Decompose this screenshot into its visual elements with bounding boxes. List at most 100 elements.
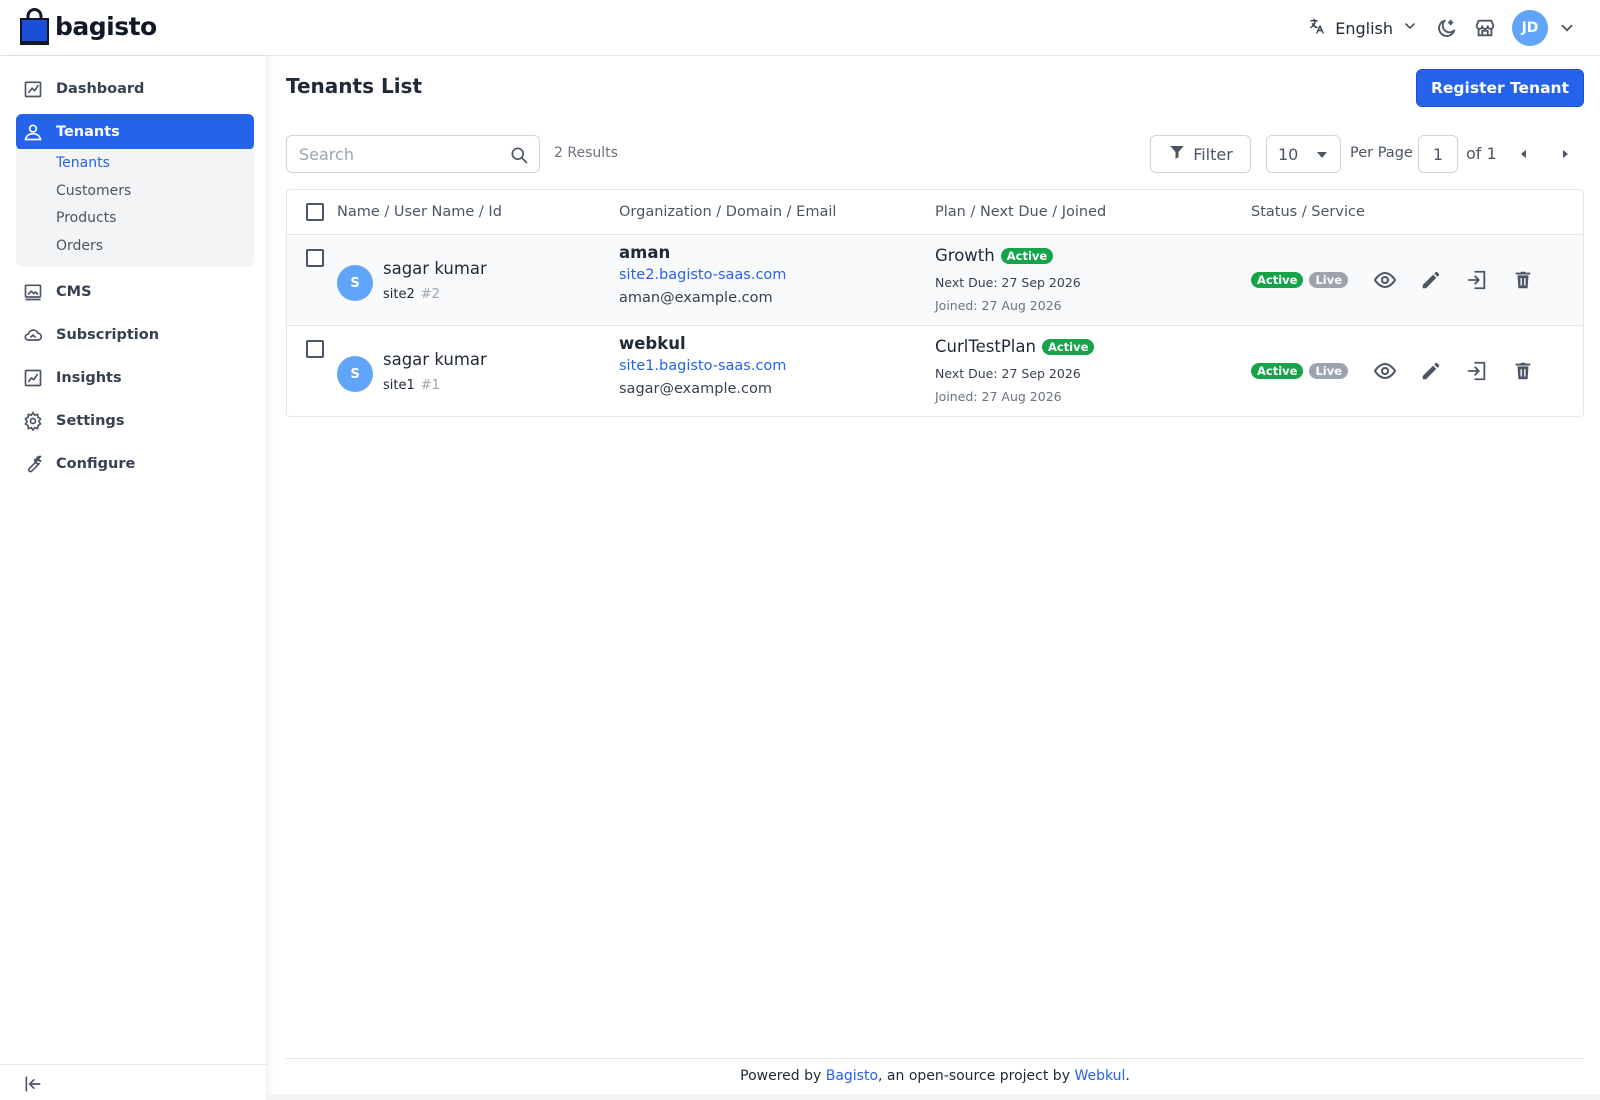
delete-icon[interactable] xyxy=(1511,359,1535,383)
filter-label: Filter xyxy=(1193,144,1233,164)
plan-name: CurlTestPlan xyxy=(935,337,1036,356)
submenu-item-products[interactable]: Products xyxy=(56,210,116,226)
sidebar-item-insights[interactable]: Insights xyxy=(16,360,254,396)
organization-name: webkul xyxy=(619,334,686,353)
login-as-tenant-icon[interactable] xyxy=(1465,359,1489,383)
sidebar-item-label: Settings xyxy=(56,413,125,429)
avatar: S xyxy=(337,356,373,392)
footer-bar xyxy=(267,1094,1600,1100)
tenants-submenu: Tenants Customers Products Orders xyxy=(16,149,254,267)
domain-link[interactable]: site1.bagisto-saas.com xyxy=(619,358,786,374)
sidebar-item-cms[interactable]: CMS xyxy=(16,274,254,310)
user-menu-chevron-icon[interactable] xyxy=(1558,19,1576,37)
cms-icon xyxy=(22,281,44,303)
filter-icon xyxy=(1168,143,1186,165)
sidebar-item-configure[interactable]: Configure xyxy=(16,446,254,482)
store-icon xyxy=(1475,19,1495,37)
footer-text: Powered by xyxy=(740,1068,826,1084)
plan-name: Growth xyxy=(935,246,995,265)
joined-date: Joined: 27 Aug 2026 xyxy=(935,298,1062,313)
next-page-icon[interactable] xyxy=(1557,146,1573,162)
service-badge: Live xyxy=(1309,363,1349,379)
dark-mode-toggle[interactable] xyxy=(1436,17,1458,39)
language-label: English xyxy=(1335,18,1393,38)
tenants-table: Name / User Name / Id Organization / Dom… xyxy=(286,189,1584,417)
footer-text: , an open-source project by xyxy=(878,1068,1075,1084)
webkul-link[interactable]: Webkul xyxy=(1074,1068,1125,1084)
sidebar-item-label: Tenants xyxy=(56,124,120,140)
brand-name: bagisto xyxy=(55,12,157,41)
plan-info: Growth Active xyxy=(935,246,1054,265)
translate-icon xyxy=(1308,17,1326,39)
sidebar: Dashboard Tenants Tenants Customers Prod… xyxy=(0,56,267,1100)
sidebar-item-subscription[interactable]: Subscription xyxy=(16,317,254,353)
tenant-username: site1 #1 xyxy=(383,378,440,393)
footer-divider xyxy=(286,1058,1584,1059)
column-header: Organization / Domain / Email xyxy=(619,204,837,220)
avatar: S xyxy=(337,265,373,301)
chevron-down-icon xyxy=(1402,18,1418,38)
select-all-checkbox[interactable] xyxy=(306,203,324,221)
column-header: Status / Service xyxy=(1251,204,1365,220)
tenant-email: aman@example.com xyxy=(619,290,773,306)
language-switcher[interactable]: English xyxy=(1308,17,1418,39)
delete-icon[interactable] xyxy=(1511,268,1535,292)
results-count: 2 Results xyxy=(554,145,618,161)
dashboard-icon xyxy=(22,78,44,100)
row-checkbox[interactable] xyxy=(306,340,324,358)
login-as-tenant-icon[interactable] xyxy=(1465,268,1489,292)
tenant-name: sagar kumar xyxy=(383,350,487,369)
table-row: S sagar kumar site2 #2 aman site2.bagisto… xyxy=(287,235,1583,326)
caret-down-icon xyxy=(1317,152,1327,158)
service-badge: Live xyxy=(1309,272,1349,288)
sidebar-collapse-bar xyxy=(0,1064,267,1100)
table-row: S sagar kumar site1 #1 webkul site1.bagis… xyxy=(287,326,1583,417)
view-icon[interactable] xyxy=(1373,268,1397,292)
status-badges: Active Live xyxy=(1251,272,1349,288)
plan-info: CurlTestPlan Active xyxy=(935,337,1095,356)
column-header: Plan / Next Due / Joined xyxy=(935,204,1107,220)
page-number-input[interactable] xyxy=(1418,135,1458,173)
total-pages: of 1 xyxy=(1466,144,1497,163)
shopping-bag-icon xyxy=(20,8,49,45)
page-title: Tenants List xyxy=(286,74,423,98)
domain-link[interactable]: site2.bagisto-saas.com xyxy=(619,267,786,283)
tenant-username: site2 #2 xyxy=(383,287,440,302)
sidebar-item-label: Configure xyxy=(56,456,136,472)
edit-icon[interactable] xyxy=(1419,359,1443,383)
collapse-sidebar-icon[interactable] xyxy=(23,1074,43,1094)
search-input[interactable] xyxy=(299,136,499,172)
status-badges: Active Live xyxy=(1251,363,1349,379)
tenant-email: sagar@example.com xyxy=(619,381,772,397)
search-icon[interactable] xyxy=(509,145,529,165)
user-avatar[interactable]: JD xyxy=(1512,10,1548,46)
status-badge: Active xyxy=(1251,272,1304,288)
filter-button[interactable]: Filter xyxy=(1150,135,1251,173)
edit-icon[interactable] xyxy=(1419,268,1443,292)
submenu-item-tenants[interactable]: Tenants xyxy=(56,155,110,171)
sidebar-item-tenants[interactable]: Tenants xyxy=(16,114,254,150)
sidebar-item-settings[interactable]: Settings xyxy=(16,403,254,439)
submenu-item-orders[interactable]: Orders xyxy=(56,238,103,254)
brand-logo[interactable]: bagisto xyxy=(20,8,157,45)
sidebar-item-dashboard[interactable]: Dashboard xyxy=(16,71,254,107)
footer: Powered by Bagisto, an open-source proje… xyxy=(286,1068,1584,1084)
per-page-select[interactable]: 10 xyxy=(1266,135,1341,173)
view-icon[interactable] xyxy=(1373,359,1397,383)
tenant-id: #1 xyxy=(420,378,440,393)
sidebar-item-label: Subscription xyxy=(56,327,160,343)
register-tenant-button[interactable]: Register Tenant xyxy=(1416,69,1584,107)
next-due: Next Due: 27 Sep 2026 xyxy=(935,366,1081,381)
bagisto-link[interactable]: Bagisto xyxy=(826,1068,878,1084)
plan-status-badge: Active xyxy=(1041,338,1095,355)
prev-page-icon[interactable] xyxy=(1516,146,1532,162)
joined-date: Joined: 27 Aug 2026 xyxy=(935,389,1062,404)
status-badge: Active xyxy=(1251,363,1304,379)
submenu-item-customers[interactable]: Customers xyxy=(56,183,131,199)
search-box xyxy=(286,135,540,173)
row-checkbox[interactable] xyxy=(306,249,324,267)
cloud-icon xyxy=(22,324,44,346)
sidebar-item-label: Insights xyxy=(56,370,122,386)
organization-name: aman xyxy=(619,243,671,262)
storefront-link[interactable] xyxy=(1474,17,1496,39)
